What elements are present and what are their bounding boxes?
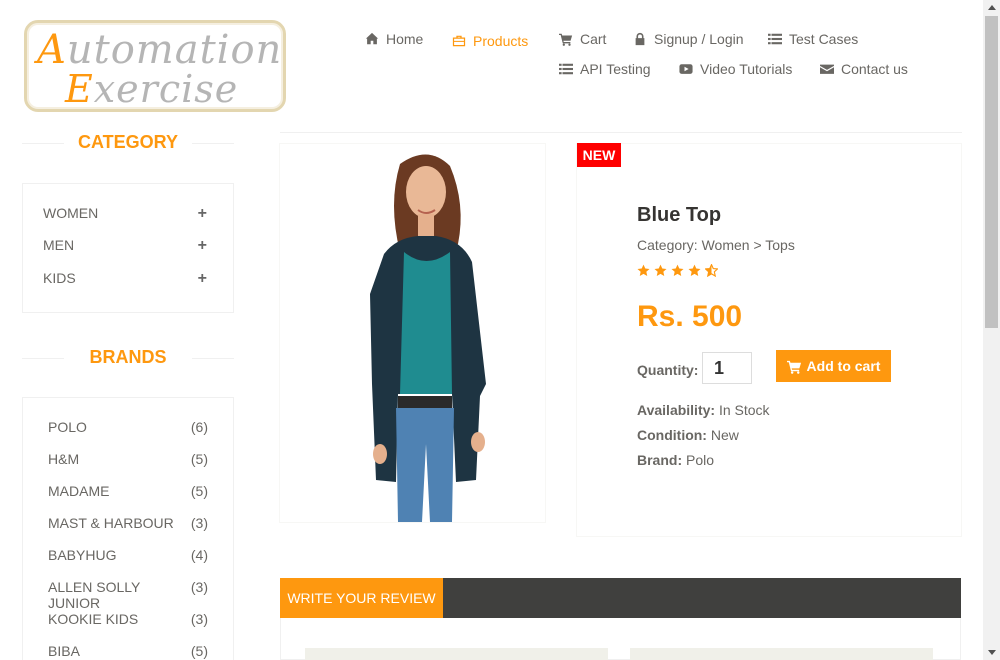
nav-contact-us[interactable]: Contact us bbox=[820, 61, 908, 77]
brand-item[interactable]: KOOKIE KIDS (3) bbox=[48, 611, 208, 627]
youtube-icon bbox=[679, 64, 693, 74]
nav-test-cases[interactable]: Test Cases bbox=[768, 31, 858, 47]
star-icon bbox=[654, 264, 667, 277]
nav-products[interactable]: Products bbox=[452, 33, 528, 49]
category-kids[interactable]: KIDS + bbox=[43, 270, 207, 288]
product-name: Blue Top bbox=[637, 204, 722, 226]
nav-api-testing-label: API Testing bbox=[580, 61, 651, 77]
category-label: KIDS bbox=[43, 270, 76, 286]
category-label: WOMEN bbox=[43, 205, 99, 221]
brand-name: POLO bbox=[48, 419, 87, 435]
products-icon bbox=[452, 35, 466, 47]
review-name-field[interactable] bbox=[305, 648, 608, 660]
brand-item[interactable]: BIBA (5) bbox=[48, 643, 208, 659]
nav-video-tutorials-label: Video Tutorials bbox=[700, 61, 793, 77]
review-email-field[interactable] bbox=[630, 648, 933, 660]
brand-label: Brand: bbox=[637, 452, 683, 468]
nav-cart[interactable]: Cart bbox=[559, 31, 606, 47]
brand-item[interactable]: BABYHUG (4) bbox=[48, 547, 208, 563]
brand-name: KOOKIE KIDS bbox=[48, 611, 139, 627]
brand-name: BIBA bbox=[48, 643, 80, 659]
rating-stars bbox=[637, 264, 718, 277]
brand-name: MADAME bbox=[48, 483, 110, 499]
nav-test-cases-label: Test Cases bbox=[789, 31, 859, 47]
quantity-label: Quantity: bbox=[637, 362, 699, 378]
add-to-cart-button[interactable]: Add to cart bbox=[776, 350, 891, 382]
nav-login-label: Signup / Login bbox=[654, 31, 744, 47]
product-price: Rs. 500 bbox=[637, 300, 743, 333]
brand-name: H&M bbox=[48, 451, 80, 467]
lock-icon bbox=[635, 32, 645, 46]
brand-count: (3) bbox=[190, 579, 208, 595]
plus-icon[interactable]: + bbox=[198, 205, 207, 223]
plus-icon[interactable]: + bbox=[198, 237, 207, 255]
content-divider bbox=[280, 132, 962, 133]
brand-value: Polo bbox=[686, 452, 715, 468]
brand: Brand: Polo bbox=[637, 452, 714, 468]
star-icon bbox=[688, 264, 701, 277]
site-logo[interactable]: Automation Exercise bbox=[24, 20, 286, 112]
nav-api-testing[interactable]: API Testing bbox=[559, 61, 651, 77]
nav-home-label: Home bbox=[386, 31, 424, 47]
brand-item[interactable]: ALLEN SOLLY JUNIOR (3) bbox=[48, 579, 208, 611]
brand-name: ALLEN SOLLY JUNIOR bbox=[48, 579, 141, 611]
availability: Availability: In Stock bbox=[637, 402, 770, 418]
star-half-icon bbox=[705, 264, 718, 277]
brand-count: (5) bbox=[190, 451, 208, 467]
brand-count: (6) bbox=[190, 419, 208, 435]
new-badge: NEW bbox=[577, 143, 621, 167]
cart-icon bbox=[559, 33, 573, 46]
page-scrollbar[interactable] bbox=[983, 0, 1000, 660]
nav-contact-label: Contact us bbox=[841, 61, 908, 77]
scroll-down-arrow-icon[interactable] bbox=[988, 650, 996, 655]
brand-count: (5) bbox=[190, 643, 208, 659]
condition-label: Condition: bbox=[637, 427, 707, 443]
product-category: Category: Women > Tops bbox=[637, 237, 795, 253]
condition-value: New bbox=[710, 427, 739, 443]
scroll-up-arrow-icon[interactable] bbox=[988, 5, 996, 10]
brand-name: MAST & HARBOUR bbox=[48, 515, 174, 531]
brand-item[interactable]: MAST & HARBOUR (3) bbox=[48, 515, 208, 531]
brand-item[interactable]: MADAME (5) bbox=[48, 483, 208, 499]
home-icon bbox=[365, 32, 379, 45]
nav-signup-login[interactable]: Signup / Login bbox=[633, 31, 744, 47]
brand-count: (3) bbox=[190, 611, 208, 627]
availability-label: Availability: bbox=[637, 402, 716, 418]
condition: Condition: New bbox=[637, 427, 739, 443]
brand-count: (4) bbox=[190, 547, 208, 563]
logo-line-2: Exercise bbox=[65, 67, 239, 111]
brand-item[interactable]: POLO (6) bbox=[48, 419, 208, 435]
list-icon bbox=[768, 33, 782, 45]
brand-count: (3) bbox=[190, 515, 208, 531]
category-women[interactable]: WOMEN + bbox=[43, 205, 207, 223]
category-label: MEN bbox=[43, 237, 75, 253]
envelope-icon bbox=[820, 64, 834, 74]
brand-item[interactable]: H&M (5) bbox=[48, 451, 208, 467]
nav-products-label: Products bbox=[473, 33, 529, 49]
brand-count: (5) bbox=[190, 483, 208, 499]
star-icon bbox=[637, 264, 650, 277]
plus-icon[interactable]: + bbox=[198, 270, 207, 288]
brands-panel: POLO (6) H&M (5) MADAME (5) MAST & HARBOUR (… bbox=[22, 397, 234, 660]
brand-name: BABYHUG bbox=[48, 547, 117, 563]
brands-title: BRANDS bbox=[22, 347, 234, 368]
add-to-cart-label: Add to cart bbox=[806, 358, 881, 374]
nav-video-tutorials[interactable]: Video Tutorials bbox=[679, 61, 792, 77]
cart-icon bbox=[786, 360, 801, 374]
category-panel: WOMEN + MEN + KIDS + bbox=[22, 183, 234, 313]
category-men[interactable]: MEN + bbox=[43, 237, 207, 255]
star-icon bbox=[671, 264, 684, 277]
list-icon bbox=[559, 63, 573, 75]
product-info-panel bbox=[576, 143, 962, 537]
nav-cart-label: Cart bbox=[580, 31, 607, 47]
scrollbar-thumb[interactable] bbox=[985, 16, 998, 328]
product-image bbox=[279, 143, 546, 523]
quantity-input[interactable] bbox=[702, 352, 752, 384]
availability-value: In Stock bbox=[718, 402, 770, 418]
nav-home[interactable]: Home bbox=[365, 31, 423, 47]
category-title: CATEGORY bbox=[22, 132, 234, 153]
model-photo bbox=[370, 154, 486, 522]
tab-write-review[interactable]: WRITE YOUR REVIEW bbox=[280, 578, 443, 618]
